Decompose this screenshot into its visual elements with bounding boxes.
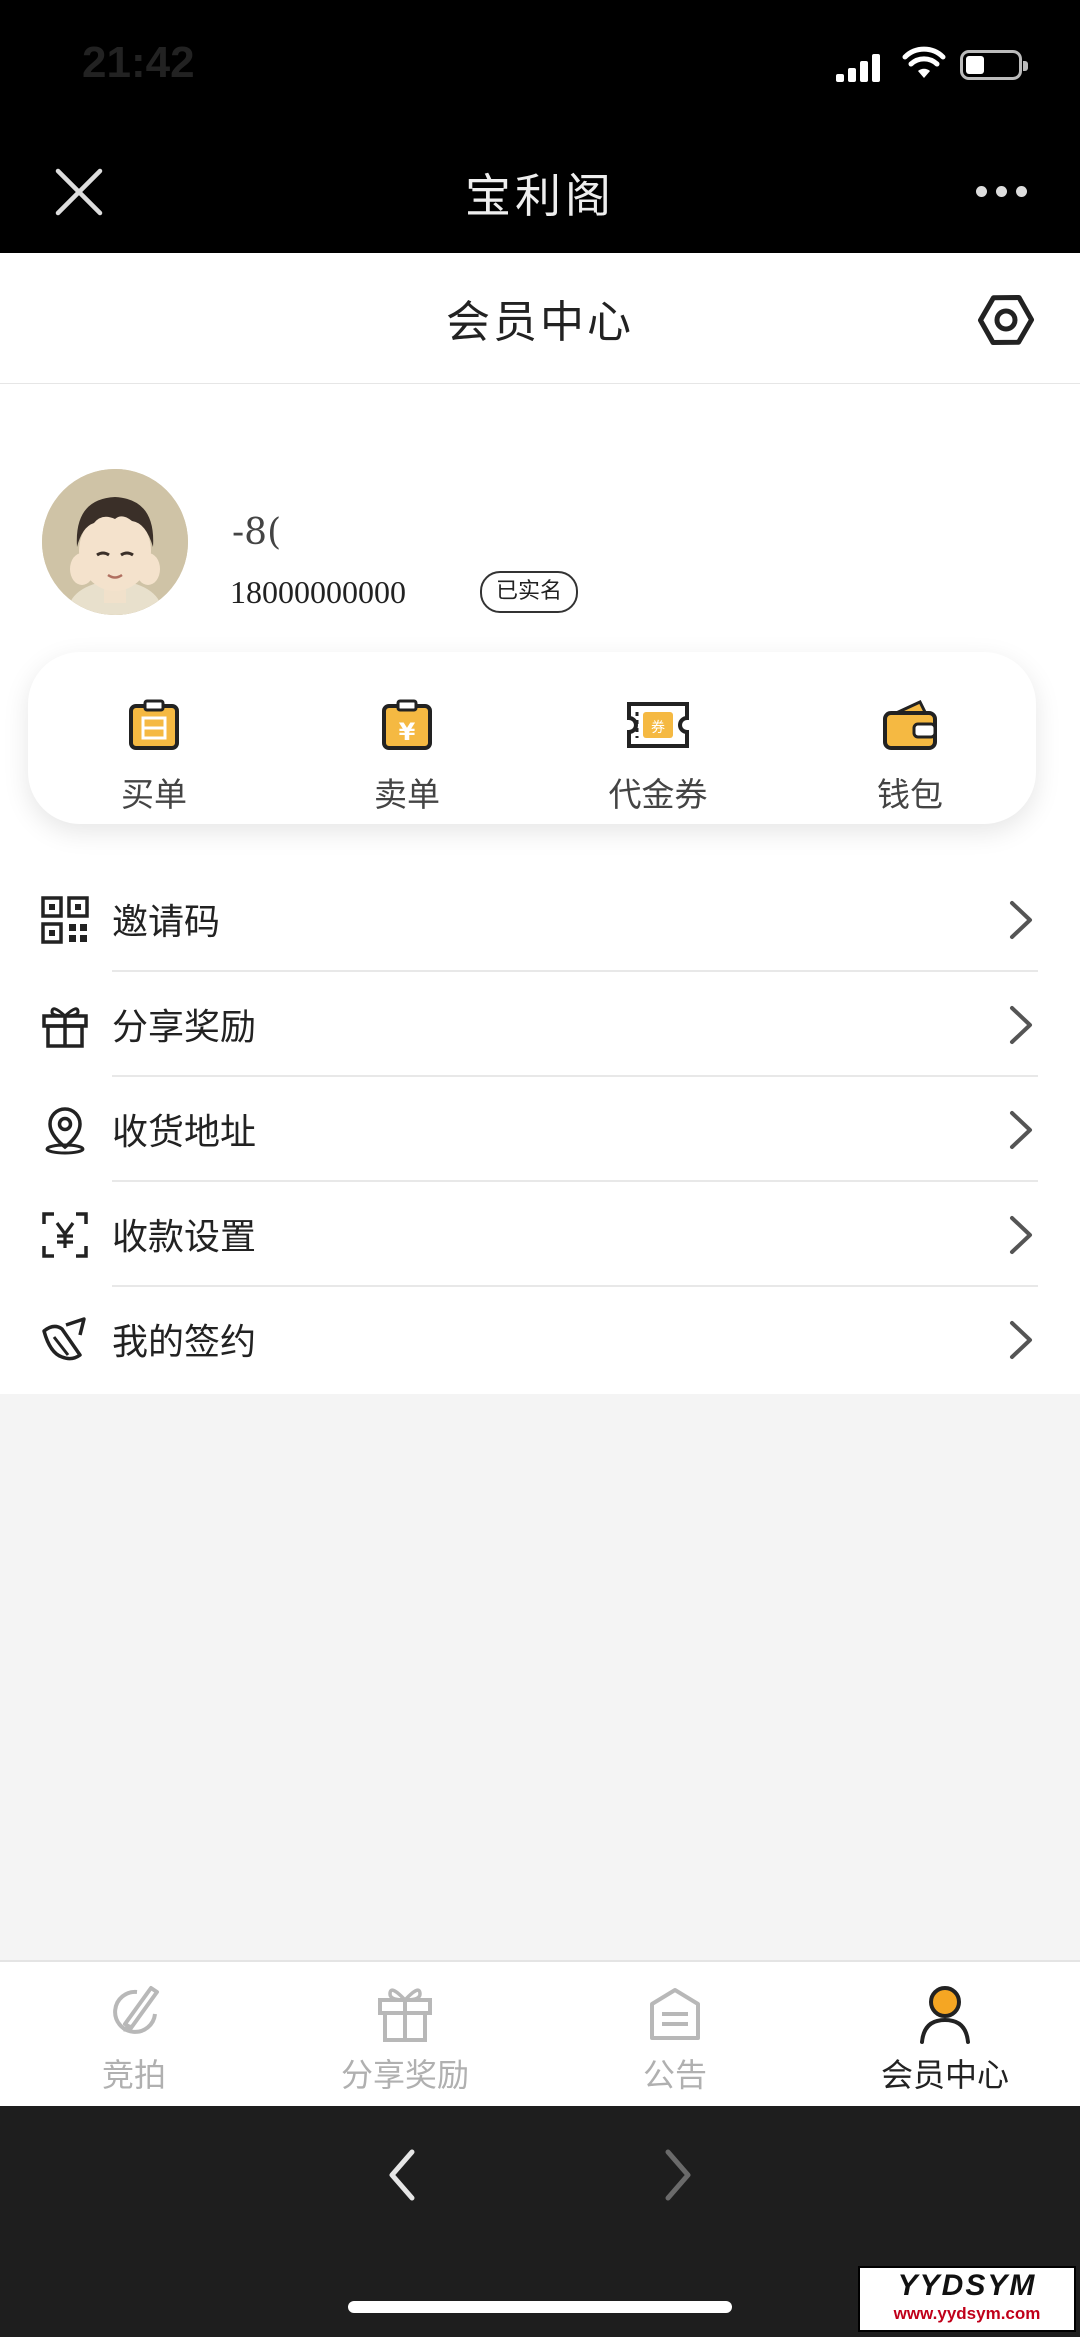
verified-badge: 已实名 xyxy=(480,571,579,613)
home-indicator[interactable] xyxy=(348,2301,732,2313)
menu-label: 邀请码 xyxy=(112,902,221,943)
quick-action-label: 卖单 xyxy=(374,775,440,814)
chevron-right-icon xyxy=(1010,1321,1032,1359)
menu-label: 分享奖励 xyxy=(112,1007,257,1048)
forward-arrow-icon[interactable] xyxy=(660,2146,696,2204)
menu-item-my-contract[interactable]: 我的签约 xyxy=(0,1287,1080,1392)
tab-label: 分享奖励 xyxy=(340,2056,469,2094)
quick-action-voucher[interactable]: 券 代金券 xyxy=(568,696,748,816)
chevron-right-icon xyxy=(1010,1006,1032,1044)
auction-icon xyxy=(113,1986,159,2034)
menu-label: 收货地址 xyxy=(112,1112,257,1153)
quick-action-label: 买单 xyxy=(121,775,187,814)
menu-item-payment-settings[interactable]: 收款设置 xyxy=(0,1182,1080,1287)
quick-action-sell[interactable]: ¥ 卖单 xyxy=(317,696,497,816)
page-title: 会员中心 xyxy=(446,297,634,348)
quick-action-wallet[interactable]: 钱包 xyxy=(820,696,1000,816)
settings-hexagon-icon[interactable] xyxy=(976,290,1036,350)
user-name: -8( xyxy=(232,512,282,553)
wallet-icon xyxy=(883,700,937,750)
tab-label: 公告 xyxy=(642,2056,707,2094)
svg-text:券: 券 xyxy=(651,720,665,736)
qr-code-icon xyxy=(41,896,89,944)
menu-item-shipping-address[interactable]: 收货地址 xyxy=(0,1077,1080,1182)
member-icon xyxy=(920,1986,970,2044)
chevron-right-icon xyxy=(1010,901,1032,939)
battery-icon xyxy=(960,50,1028,80)
quick-action-label: 钱包 xyxy=(877,775,943,814)
menu-item-invite-code[interactable]: 邀请码 xyxy=(0,867,1080,972)
status-time: 21:42 xyxy=(82,38,195,87)
signature-icon xyxy=(42,1317,86,1361)
watermark-logo: YYDSYM www.yydsym.com xyxy=(858,2266,1076,2332)
menu-item-share-reward[interactable]: 分享奖励 xyxy=(0,972,1080,1077)
gift-icon xyxy=(378,1988,432,2042)
sell-order-icon: ¥ xyxy=(382,699,432,750)
chevron-right-icon xyxy=(1010,1111,1032,1149)
svg-text:¥: ¥ xyxy=(399,718,416,746)
tab-notice[interactable]: 公告 xyxy=(565,1980,785,2096)
back-arrow-icon[interactable] xyxy=(384,2146,420,2204)
cellular-signal-icon xyxy=(836,54,880,82)
notice-icon xyxy=(650,1988,700,2040)
chevron-right-icon xyxy=(1010,1216,1032,1254)
tab-label: 竞拍 xyxy=(101,2056,166,2094)
more-options-icon[interactable] xyxy=(976,182,1036,201)
user-phone: 18000000000 xyxy=(230,574,406,610)
wifi-icon xyxy=(902,46,946,78)
tab-member-center[interactable]: 会员中心 xyxy=(835,1980,1055,2096)
watermark-text: YYDSYM xyxy=(897,2269,1037,2302)
menu-label: 收款设置 xyxy=(112,1217,257,1258)
tab-share-reward[interactable]: 分享奖励 xyxy=(295,1980,515,2096)
location-icon xyxy=(45,1107,85,1155)
buy-order-icon xyxy=(129,699,179,750)
yuan-scan-icon xyxy=(42,1212,88,1258)
avatar[interactable] xyxy=(42,469,188,615)
quick-action-buy[interactable]: 买单 xyxy=(64,696,244,816)
nav-title: 宝利阁 xyxy=(465,169,615,223)
voucher-icon: 券 xyxy=(627,702,689,748)
menu-label: 我的签约 xyxy=(112,1322,257,1363)
quick-action-label: 代金券 xyxy=(608,775,708,814)
gift-icon xyxy=(42,1007,88,1048)
tab-label: 会员中心 xyxy=(880,2056,1009,2094)
tab-auction[interactable]: 竞拍 xyxy=(24,1980,244,2096)
watermark-url: www.yydsym.com xyxy=(893,2304,1041,2323)
